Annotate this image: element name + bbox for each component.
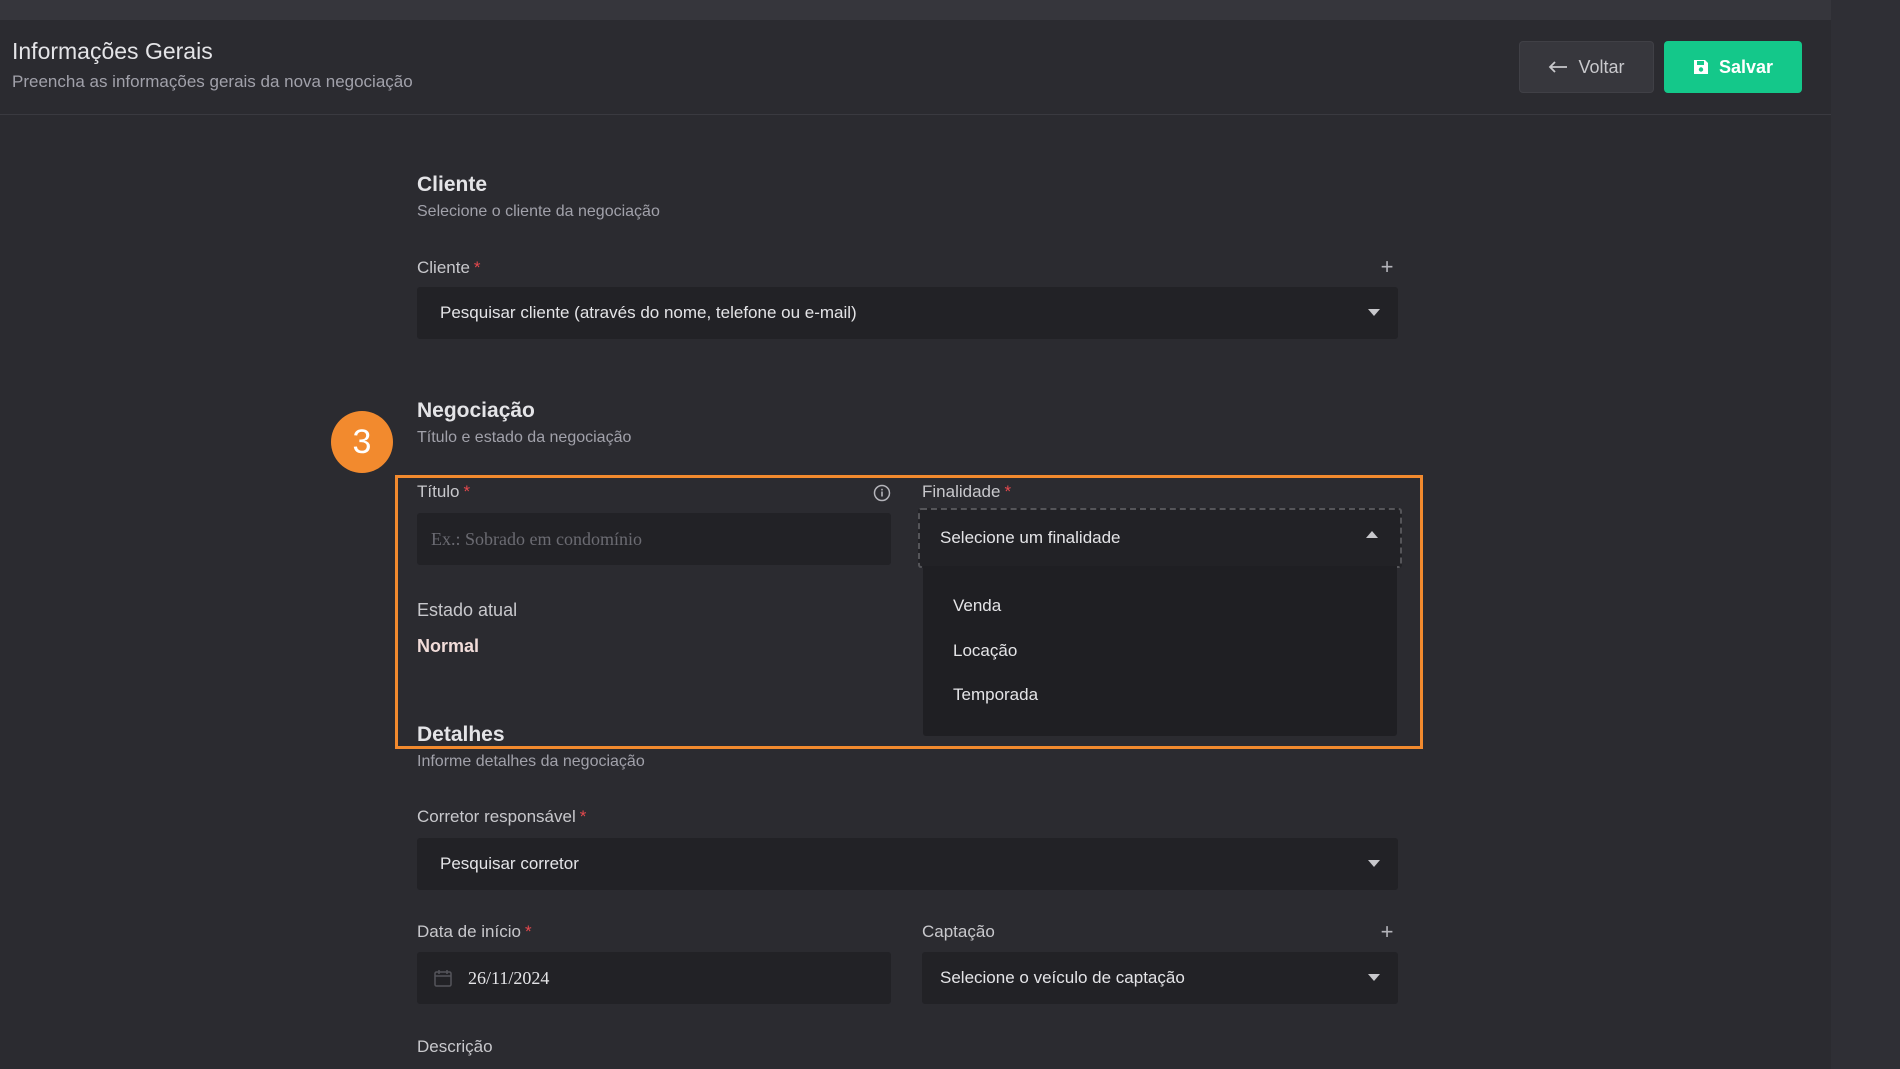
captacao-select[interactable]: Selecione o veículo de captação	[922, 952, 1398, 1004]
cliente-label: Cliente *	[417, 258, 481, 278]
estado-atual-label: Estado atual	[417, 600, 518, 620]
calendar-icon	[433, 968, 453, 988]
add-captacao-plus-icon[interactable]: +	[1377, 921, 1397, 943]
right-gutter	[1831, 0, 1900, 1069]
required-mark: *	[579, 807, 587, 826]
titulo-input[interactable]	[417, 513, 891, 565]
back-button-label: Voltar	[1578, 56, 1625, 77]
data-inicio-value: 26/11/2024	[468, 967, 550, 988]
data-inicio-field[interactable]: 26/11/2024	[417, 952, 891, 1004]
corretor-label-text: Corretor responsável	[417, 807, 576, 826]
negociacao-section-title: Negociação	[417, 399, 535, 422]
detalhes-section-title: Detalhes	[417, 723, 505, 746]
save-icon	[1693, 59, 1709, 75]
finalidade-option-locacao[interactable]: Locação	[953, 641, 1017, 661]
detalhes-section-subtitle: Informe detalhes da negociação	[417, 753, 645, 770]
finalidade-dropdown: Venda Locação Temporada	[923, 566, 1397, 736]
required-mark: *	[524, 922, 532, 941]
cliente-select-placeholder: Pesquisar cliente (através do nome, tele…	[440, 303, 857, 322]
top-strip	[0, 0, 1900, 20]
chevron-down-icon	[1368, 860, 1380, 867]
info-icon[interactable]	[873, 484, 891, 507]
main-panel	[0, 20, 1831, 1069]
chevron-down-icon	[1368, 974, 1380, 981]
estado-atual-value: Normal	[417, 636, 480, 656]
save-button[interactable]: Salvar	[1664, 41, 1802, 93]
cliente-section-title: Cliente	[417, 173, 488, 196]
finalidade-option-temporada[interactable]: Temporada	[953, 685, 1038, 705]
captacao-label: Captação	[922, 922, 995, 941]
step-badge: 3	[331, 411, 393, 473]
descricao-label: Descrição	[417, 1037, 493, 1056]
captacao-select-placeholder: Selecione o veículo de captação	[940, 968, 1185, 987]
data-inicio-label: Data de início *	[417, 922, 532, 942]
chevron-down-icon	[1368, 309, 1380, 316]
corretor-select[interactable]: Pesquisar corretor	[417, 838, 1398, 890]
negociacao-section-subtitle: Título e estado da negociação	[417, 429, 632, 446]
finalidade-select-placeholder: Selecione um finalidade	[940, 528, 1121, 547]
page-title: Informações Gerais	[12, 38, 213, 64]
required-mark: *	[1004, 482, 1012, 501]
back-button[interactable]: Voltar	[1519, 41, 1654, 93]
cliente-section-subtitle: Selecione o cliente da negociação	[417, 203, 660, 220]
titulo-label: Título *	[417, 482, 470, 502]
page-subtitle: Preencha as informações gerais da nova n…	[12, 72, 413, 91]
chevron-up-icon	[1366, 531, 1378, 538]
cliente-select[interactable]: Pesquisar cliente (através do nome, tele…	[417, 287, 1398, 339]
required-mark: *	[473, 258, 481, 277]
finalidade-option-venda[interactable]: Venda	[953, 596, 1001, 616]
corretor-select-placeholder: Pesquisar corretor	[440, 854, 579, 873]
finalidade-label-text: Finalidade	[922, 482, 1001, 501]
add-cliente-plus-icon[interactable]: +	[1377, 256, 1397, 278]
finalidade-label: Finalidade *	[922, 482, 1011, 502]
finalidade-select[interactable]: Selecione um finalidade	[918, 508, 1402, 568]
titulo-label-text: Título	[417, 482, 460, 501]
corretor-label: Corretor responsável *	[417, 807, 586, 827]
data-inicio-label-text: Data de início	[417, 922, 521, 941]
required-mark: *	[463, 482, 471, 501]
arrow-left-icon	[1548, 61, 1568, 73]
cliente-label-text: Cliente	[417, 258, 470, 277]
save-button-label: Salvar	[1718, 56, 1774, 77]
